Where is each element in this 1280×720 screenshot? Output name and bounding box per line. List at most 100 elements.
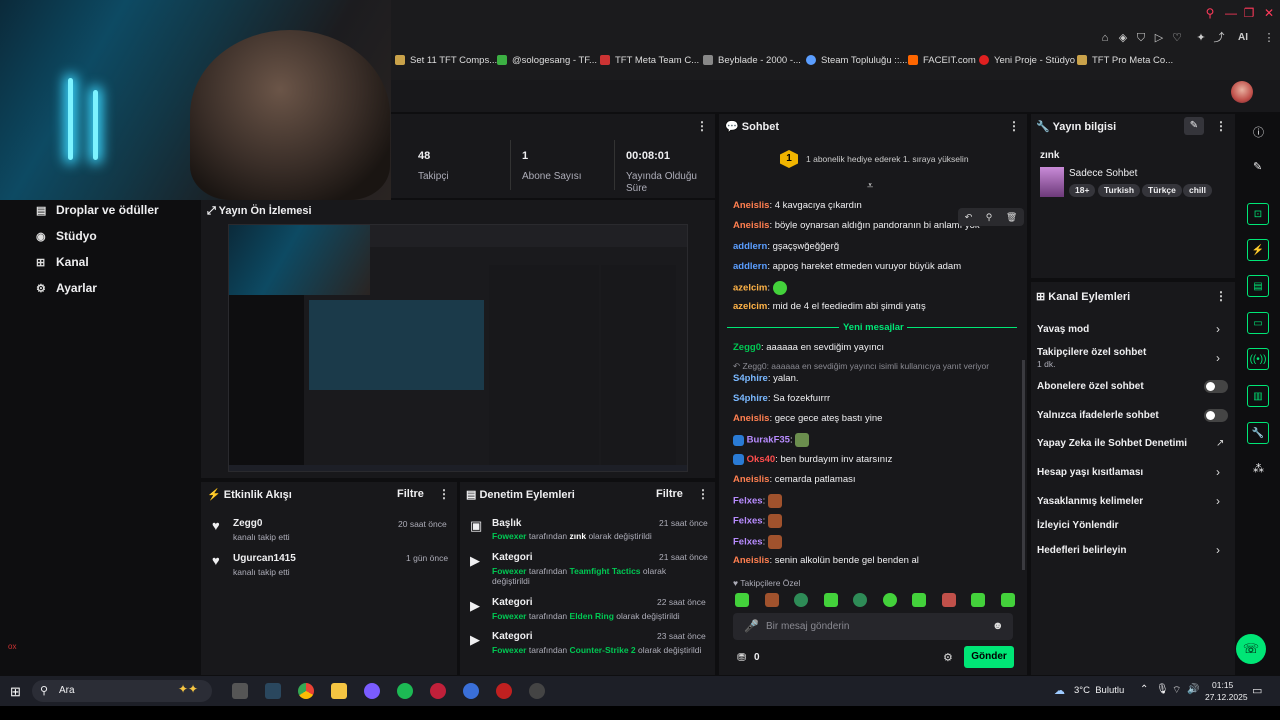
edit-icon[interactable]: ✎ xyxy=(1184,117,1204,135)
close-icon[interactable]: ✕ xyxy=(1262,6,1276,20)
category-name[interactable]: Sadece Sohbet xyxy=(1069,168,1137,179)
emote-icon[interactable] xyxy=(971,593,986,607)
more-options-icon[interactable]: ⋮ xyxy=(1215,119,1227,133)
bookmark-item[interactable]: Set 11 TFT Comps... xyxy=(395,53,497,67)
sidebar-item-studio[interactable]: ◉Stüdyo⌄ xyxy=(36,226,218,246)
subscribers-only-toggle[interactable] xyxy=(1204,380,1228,393)
clock-date[interactable]: 27.12.2025 xyxy=(1205,692,1248,702)
action-goals[interactable]: Hedefleri belirleyin xyxy=(1037,545,1126,556)
windows-icon[interactable]: ⊞ xyxy=(10,684,21,700)
chat-icon[interactable]: ▭ xyxy=(1247,312,1269,334)
wifi-icon[interactable]: ⌔ xyxy=(1172,684,1181,697)
stream-preview-video[interactable] xyxy=(228,224,688,472)
pencil-icon[interactable]: ✎ xyxy=(1253,160,1262,173)
chevron-right-icon[interactable]: › xyxy=(1216,351,1220,365)
minimize-icon[interactable]: — xyxy=(1224,6,1238,20)
bookmark-item[interactable]: FACEIT.com xyxy=(908,53,976,67)
emote-icon[interactable] xyxy=(941,593,956,607)
activity-user[interactable]: Ugurcan1415 xyxy=(233,553,296,564)
moderation-filter-button[interactable]: Filtre xyxy=(656,488,683,500)
folder-icon[interactable] xyxy=(331,683,347,699)
emote-icon[interactable] xyxy=(1000,593,1015,607)
bookmark-item[interactable]: Yeni Proje - Stüdyo xyxy=(979,53,1075,67)
activity-user[interactable]: Zegg0 xyxy=(233,518,262,529)
chevron-right-icon[interactable]: › xyxy=(1216,322,1220,336)
sidebar-item-drops[interactable]: ▤ Droplar ve ödüller xyxy=(36,200,159,220)
emotes-only-toggle[interactable] xyxy=(1204,409,1228,422)
emote-icon[interactable] xyxy=(882,593,897,607)
emote-icon[interactable] xyxy=(764,593,779,607)
app-icon[interactable] xyxy=(496,683,512,699)
action-banned-words[interactable]: Yasaklanmış kelimeler xyxy=(1037,496,1143,507)
tag[interactable]: 18+ xyxy=(1069,184,1096,197)
app-icon[interactable] xyxy=(463,683,479,699)
sidebar-item-settings[interactable]: ⚙Ayarlar⌄ xyxy=(36,278,218,298)
pin-icon[interactable]: ⚲ xyxy=(986,212,993,223)
chevron-right-icon[interactable]: › xyxy=(1216,543,1220,557)
tag[interactable]: chill xyxy=(1183,184,1213,197)
sidebar-item-channel[interactable]: ⊞Kanal⌄ xyxy=(36,252,218,272)
chevron-right-icon[interactable]: › xyxy=(1216,494,1220,508)
clock-time[interactable]: 01:15 xyxy=(1212,680,1233,690)
gear-icon[interactable]: ⚙ xyxy=(943,651,953,664)
share-icon[interactable]: ⤴ xyxy=(1212,31,1226,45)
broadcast-icon[interactable]: ((•)) xyxy=(1247,348,1269,370)
support-icon[interactable]: ☏ xyxy=(1236,634,1266,664)
more-options-icon[interactable]: ⋮ xyxy=(438,487,450,501)
obs-icon[interactable] xyxy=(529,683,545,699)
emote-icon[interactable] xyxy=(853,593,868,607)
opera-icon[interactable] xyxy=(430,683,446,699)
action-account-age[interactable]: Hesap yaşı kısıtlaması xyxy=(1037,467,1143,478)
emote-icon[interactable] xyxy=(735,593,749,607)
notification-icon[interactable]: ▭ xyxy=(1252,684,1262,697)
send-button[interactable]: Gönder xyxy=(964,646,1014,668)
layout-icon[interactable]: ▥ xyxy=(1247,385,1269,407)
activity-filter-button[interactable]: Filtre xyxy=(397,488,424,500)
tag[interactable]: Turkish xyxy=(1098,184,1141,197)
trash-icon[interactable]: 🗑 xyxy=(1006,212,1017,223)
search-icon[interactable]: ⚲ xyxy=(1203,6,1217,20)
action-ai-moderation[interactable]: Yapay Zeka ile Sohbet Denetimi xyxy=(1037,438,1187,449)
avatar[interactable] xyxy=(1231,81,1253,103)
tray-arrow-icon[interactable]: ⌃ xyxy=(1140,684,1148,695)
discord-icon[interactable] xyxy=(364,683,380,699)
share-icon[interactable]: ⁂ xyxy=(1253,462,1264,475)
mic-icon[interactable]: 🎙 xyxy=(1156,684,1169,695)
tag[interactable]: Türkçe xyxy=(1142,184,1182,197)
bookmark-item[interactable]: Steam Topluluğu ::... xyxy=(806,53,907,67)
more-options-icon[interactable]: ⋮ xyxy=(1215,289,1227,303)
more-options-icon[interactable]: ⋮ xyxy=(696,119,708,133)
spotify-icon[interactable] xyxy=(397,683,413,699)
mic-icon[interactable]: 🎤 xyxy=(744,619,759,633)
bookmark-item[interactable]: TFT Meta Team C... xyxy=(600,53,699,67)
external-link-icon[interactable]: ↗ xyxy=(1216,438,1224,449)
action-slow-mode[interactable]: Yavaş mod xyxy=(1037,324,1089,335)
chrome-icon[interactable] xyxy=(298,683,314,699)
action-followers-only[interactable]: Takipçilere özel sohbet xyxy=(1037,347,1146,358)
chevron-right-icon[interactable]: › xyxy=(1216,465,1220,479)
volume-icon[interactable]: 🔊 xyxy=(1187,684,1199,695)
action-raid[interactable]: İzleyici Yönlendir xyxy=(1037,520,1119,531)
more-options-icon[interactable]: ⋮ xyxy=(1008,119,1020,133)
emoji-icon[interactable]: ☻ xyxy=(992,620,1004,632)
bookmark-item[interactable]: Beyblade - 2000 -... xyxy=(703,53,801,67)
bookmark-item[interactable]: @sologesang - TF... xyxy=(497,53,597,67)
wrench-icon[interactable]: 🔧 xyxy=(1247,422,1269,444)
puzzle-icon[interactable]: ✦ xyxy=(1194,31,1208,45)
emote-icon[interactable] xyxy=(912,593,927,607)
chat-scrollbar[interactable] xyxy=(1022,360,1025,570)
quick-action-icon[interactable]: ⊡ xyxy=(1247,203,1269,225)
reply-icon[interactable]: ↶ xyxy=(965,212,973,223)
bookmark-icon[interactable]: ⌂ xyxy=(1098,31,1112,45)
more-options-icon[interactable]: ⋮ xyxy=(697,487,709,501)
heart-icon[interactable]: ♡ xyxy=(1170,31,1184,45)
steam-icon[interactable] xyxy=(265,683,281,699)
play-icon[interactable]: ▷ xyxy=(1152,31,1166,45)
task-view-icon[interactable] xyxy=(232,683,248,699)
emote-icon[interactable] xyxy=(823,593,838,607)
shield-icon[interactable]: ⛉ xyxy=(1134,31,1148,45)
maximize-icon[interactable]: ❐ xyxy=(1242,6,1256,20)
bolt-icon[interactable]: ⚡ xyxy=(1247,239,1269,261)
pinned-message[interactable]: 1 abonelik hediye ederek 1. sıraya yükse… xyxy=(806,154,969,164)
action-emotes-only[interactable]: Yalnızca ifadelerle sohbet xyxy=(1037,410,1159,421)
